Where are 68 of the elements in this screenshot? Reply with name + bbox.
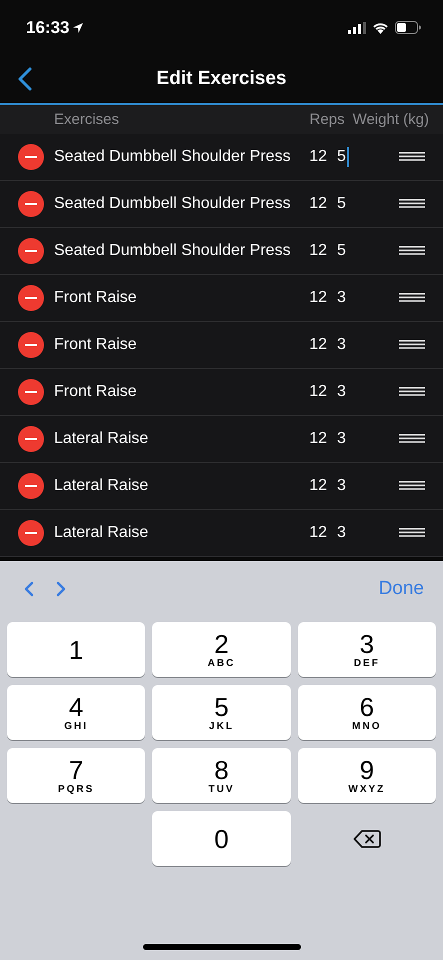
exercise-name: Front Raise xyxy=(54,288,138,308)
keypad-key[interactable]: 5 JKL xyxy=(152,685,291,740)
reps-field[interactable]: 12 xyxy=(303,477,327,495)
column-header: Exercises xyxy=(54,111,120,128)
exercise-name: Seated Dumbbell Shoulder Press xyxy=(54,194,292,214)
exercise-name: Seated Dumbbell Shoulder Press xyxy=(54,241,292,261)
weight-field[interactable]: 3 xyxy=(327,289,371,307)
delete-button[interactable] xyxy=(18,473,44,499)
signal-icon xyxy=(348,22,366,34)
drag-handle-icon[interactable] xyxy=(399,340,425,349)
drag-handle-icon[interactable] xyxy=(399,528,425,537)
keypad-key[interactable]: 2 ABC xyxy=(152,622,291,677)
reps-field[interactable]: 12 xyxy=(303,195,327,213)
clock-time: 16:33 xyxy=(26,18,70,38)
reps-field[interactable]: 12 xyxy=(303,148,327,166)
exercise-name: Lateral Raise xyxy=(54,523,150,543)
back-button[interactable] xyxy=(18,67,32,91)
drag-handle-icon[interactable] xyxy=(399,387,425,396)
keypad-key[interactable]: 0 xyxy=(152,811,291,866)
keypad-key[interactable]: 3 DEF xyxy=(298,622,436,677)
exercise-name: Front Raise xyxy=(54,382,138,402)
reps-field[interactable]: 12 xyxy=(303,430,327,448)
keypad-key[interactable]: 1 xyxy=(7,622,146,677)
delete-button[interactable] xyxy=(18,285,44,311)
reps-field[interactable]: 12 xyxy=(303,242,327,260)
delete-button[interactable] xyxy=(18,426,44,452)
weight-field[interactable]: 3 xyxy=(327,336,371,354)
reps-field[interactable]: 12 xyxy=(303,289,327,307)
weight-field[interactable]: 5 xyxy=(327,147,371,167)
screen-title: Edit Exercises xyxy=(156,68,286,90)
weight-field[interactable]: 3 xyxy=(327,477,371,495)
weight-field[interactable]: 3 xyxy=(327,430,371,448)
column-header: Weight (kg) xyxy=(352,111,429,128)
weight-field[interactable]: 3 xyxy=(327,524,371,542)
wifi-icon xyxy=(372,22,389,34)
keypad-key[interactable]: 8 TUV xyxy=(152,748,291,803)
next-icon[interactable] xyxy=(56,580,66,596)
delete-button[interactable] xyxy=(18,144,44,170)
location-arrow-icon xyxy=(72,22,84,34)
column-header: Reps xyxy=(310,111,345,128)
drag-handle-icon[interactable] xyxy=(399,481,425,490)
delete-button[interactable] xyxy=(18,379,44,405)
drag-handle-icon[interactable] xyxy=(399,152,425,161)
reps-field[interactable]: 12 xyxy=(303,524,327,542)
drag-handle-icon[interactable] xyxy=(399,199,425,208)
drag-handle-icon[interactable] xyxy=(399,434,425,443)
drag-handle-icon[interactable] xyxy=(399,293,425,302)
weight-field[interactable]: 3 xyxy=(327,383,371,401)
previous-icon[interactable] xyxy=(24,580,34,596)
reps-field[interactable]: 12 xyxy=(303,336,327,354)
keypad-key[interactable]: 7 PQRS xyxy=(7,748,146,803)
delete-button[interactable] xyxy=(18,191,44,217)
exercise-name: Front Raise xyxy=(54,335,138,355)
weight-field[interactable]: 5 xyxy=(327,242,371,260)
reps-field[interactable]: 12 xyxy=(303,383,327,401)
keypad-key[interactable]: 4 GHI xyxy=(7,685,146,740)
delete-key[interactable] xyxy=(352,828,381,848)
weight-field[interactable]: 5 xyxy=(327,195,371,213)
battery-icon xyxy=(395,21,421,34)
keypad-key[interactable]: 9 WXYZ xyxy=(298,748,436,803)
exercise-name: Lateral Raise xyxy=(54,429,150,449)
delete-button[interactable] xyxy=(18,332,44,358)
exercise-name: Seated Dumbbell Shoulder Press xyxy=(54,147,292,167)
delete-button[interactable] xyxy=(18,238,44,264)
keypad-key[interactable]: 6 MNO xyxy=(298,685,436,740)
delete-button[interactable] xyxy=(18,520,44,546)
drag-handle-icon[interactable] xyxy=(399,246,425,255)
exercise-name: Lateral Raise xyxy=(54,476,150,496)
